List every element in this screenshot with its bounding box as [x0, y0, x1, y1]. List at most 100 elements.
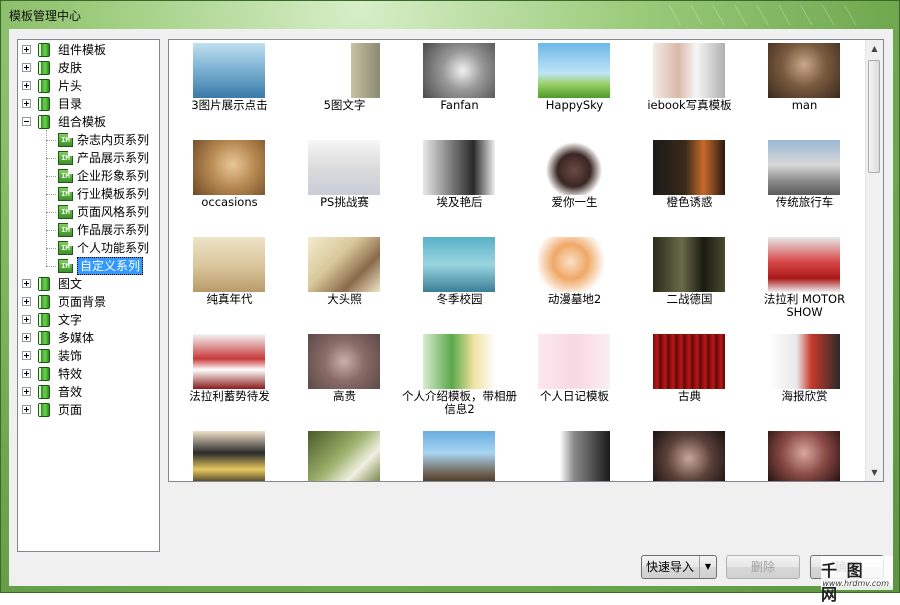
title-bar[interactable]: 模板管理中心 [1, 1, 899, 29]
template-thumbnail[interactable] [423, 43, 495, 98]
template-tile[interactable] [287, 428, 402, 481]
template-thumbnail[interactable] [193, 237, 265, 292]
expand-icon[interactable] [22, 45, 31, 54]
tree-item[interactable]: 页面 [18, 401, 157, 419]
expand-icon[interactable] [22, 405, 31, 414]
tree-item[interactable]: 装饰 [18, 347, 157, 365]
template-thumbnail[interactable] [653, 140, 725, 195]
template-tile[interactable]: 个人介绍模板，带相册信息2 [402, 331, 517, 428]
scroll-down-icon[interactable]: ▼ [867, 465, 882, 480]
delete-button[interactable]: 删除 [726, 555, 800, 579]
template-thumbnail[interactable] [423, 140, 495, 195]
expand-icon[interactable] [22, 297, 31, 306]
tree-item[interactable]: IM 个人功能系列 [18, 239, 157, 257]
tree-item[interactable]: 组件模板 [18, 41, 157, 59]
template-tile[interactable]: 传统旅行车 [747, 137, 862, 234]
vertical-scrollbar[interactable]: ▲ ▼ [865, 40, 883, 481]
template-gallery[interactable]: 3图片展示点击 5图文字 Fanfan HappySky iebook写真模板 man oc… [168, 39, 884, 482]
tree-item[interactable]: IM 企业形象系列 [18, 167, 157, 185]
template-thumbnail[interactable] [653, 43, 725, 98]
expand-icon[interactable] [22, 315, 31, 324]
expand-icon[interactable] [22, 279, 31, 288]
template-tile[interactable]: 海报欣赏 [747, 331, 862, 428]
template-thumbnail[interactable] [538, 140, 610, 195]
template-thumbnail[interactable] [308, 431, 380, 481]
tree-item[interactable]: IM 页面风格系列 [18, 203, 157, 221]
expand-icon[interactable] [22, 369, 31, 378]
template-tile[interactable] [632, 428, 747, 481]
template-thumbnail[interactable] [193, 140, 265, 195]
tree-item[interactable]: IM 行业模板系列 [18, 185, 157, 203]
template-thumbnail[interactable] [768, 140, 840, 195]
tree-item[interactable]: 多媒体 [18, 329, 157, 347]
tree-item[interactable]: IM 杂志内页系列 [18, 131, 157, 149]
template-tile[interactable]: 高贵 [287, 331, 402, 428]
template-thumbnail[interactable] [308, 43, 380, 98]
category-tree[interactable]: 组件模板 皮肤 片头 目录 组合模板 IM 杂志内页系列 IM 产品展示系列 IM 企业形象系列 IM… [17, 39, 160, 552]
template-tile[interactable]: iebook写真模板 [632, 40, 747, 137]
tree-item[interactable]: 图文 [18, 275, 157, 293]
template-tile[interactable]: 动漫墓地2 [517, 234, 632, 331]
tree-item[interactable]: 音效 [18, 383, 157, 401]
template-thumbnail[interactable] [538, 237, 610, 292]
tree-item[interactable]: 皮肤 [18, 59, 157, 77]
template-tile[interactable] [517, 428, 632, 481]
template-tile[interactable]: 爱你一生 [517, 137, 632, 234]
quick-import-button[interactable]: 快速导入 ▼ [641, 555, 717, 579]
expand-icon[interactable] [22, 351, 31, 360]
collapse-icon[interactable] [22, 117, 31, 126]
template-tile[interactable]: 5图文字 [287, 40, 402, 137]
scroll-thumb[interactable] [868, 60, 880, 173]
template-thumbnail[interactable] [653, 334, 725, 389]
chevron-down-icon[interactable]: ▼ [699, 556, 716, 578]
template-tile[interactable]: Fanfan [402, 40, 517, 137]
expand-icon[interactable] [22, 387, 31, 396]
template-tile[interactable]: 埃及艳后 [402, 137, 517, 234]
template-thumbnail[interactable] [768, 334, 840, 389]
template-thumbnail[interactable] [193, 431, 265, 481]
template-tile[interactable] [747, 428, 862, 481]
template-tile[interactable]: 橙色诱惑 [632, 137, 747, 234]
template-thumbnail[interactable] [538, 43, 610, 98]
tree-item[interactable]: 页面背景 [18, 293, 157, 311]
scroll-up-icon[interactable]: ▲ [867, 41, 882, 56]
tree-item[interactable]: IM 作品展示系列 [18, 221, 157, 239]
template-thumbnail[interactable] [653, 237, 725, 292]
template-tile[interactable]: 古典 [632, 331, 747, 428]
template-tile[interactable] [402, 428, 517, 481]
template-thumbnail[interactable] [423, 237, 495, 292]
template-tile[interactable]: HappySky [517, 40, 632, 137]
expand-icon[interactable] [22, 333, 31, 342]
template-tile[interactable] [172, 428, 287, 481]
expand-icon[interactable] [22, 63, 31, 72]
expand-icon[interactable] [22, 81, 31, 90]
template-thumbnail[interactable] [308, 334, 380, 389]
template-tile[interactable]: PS挑战赛 [287, 137, 402, 234]
template-thumbnail[interactable] [768, 237, 840, 292]
tree-item[interactable]: 组合模板 [18, 113, 157, 131]
template-tile[interactable]: 法拉利蓄势待发 [172, 331, 287, 428]
template-thumbnail[interactable] [308, 140, 380, 195]
template-tile[interactable]: 纯真年代 [172, 234, 287, 331]
expand-icon[interactable] [22, 99, 31, 108]
template-thumbnail[interactable] [538, 431, 610, 481]
tree-item[interactable]: IM 产品展示系列 [18, 149, 157, 167]
template-thumbnail[interactable] [193, 43, 265, 98]
template-thumbnail[interactable] [538, 334, 610, 389]
template-thumbnail[interactable] [768, 431, 840, 481]
template-thumbnail[interactable] [653, 431, 725, 481]
tree-item[interactable]: 特效 [18, 365, 157, 383]
tree-item[interactable]: IM 自定义系列 [18, 257, 157, 275]
template-tile[interactable]: 法拉利 MOTOR SHOW [747, 234, 862, 331]
tree-item[interactable]: 目录 [18, 95, 157, 113]
template-tile[interactable]: man [747, 40, 862, 137]
template-tile[interactable]: 大头照 [287, 234, 402, 331]
template-thumbnail[interactable] [308, 237, 380, 292]
template-thumbnail[interactable] [423, 431, 495, 481]
tree-item[interactable]: 片头 [18, 77, 157, 95]
template-thumbnail[interactable] [423, 334, 495, 389]
tree-item[interactable]: 文字 [18, 311, 157, 329]
template-tile[interactable]: 冬季校园 [402, 234, 517, 331]
template-thumbnail[interactable] [768, 43, 840, 98]
template-tile[interactable]: 3图片展示点击 [172, 40, 287, 137]
